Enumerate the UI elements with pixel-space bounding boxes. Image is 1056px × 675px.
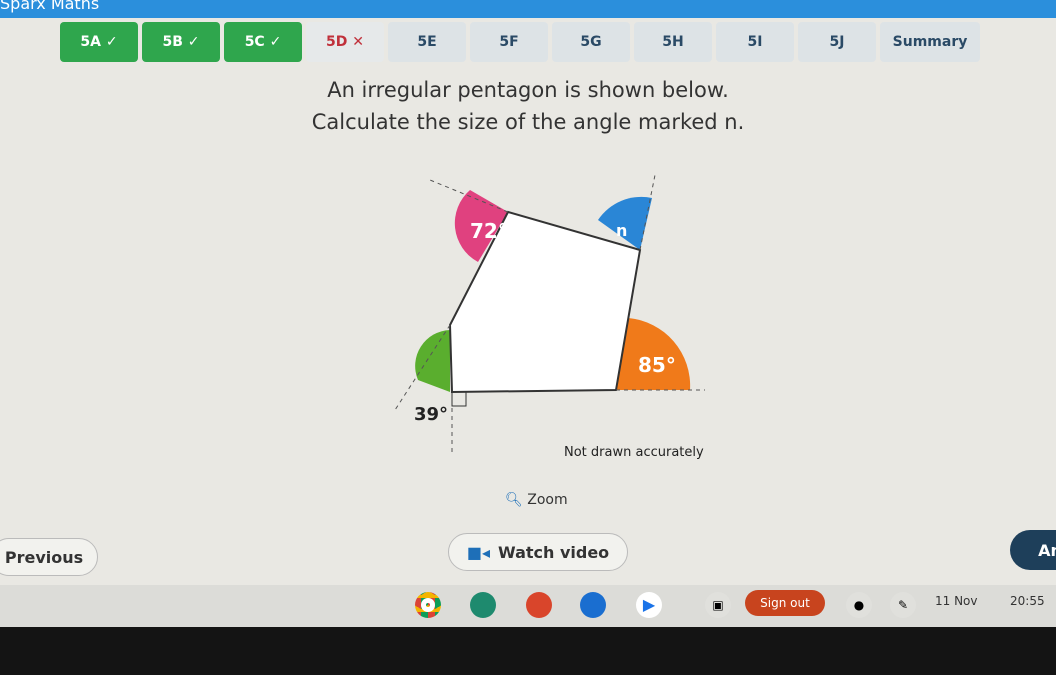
screen-capture-icon[interactable]: ▣ — [705, 592, 731, 618]
tab-5d[interactable]: 5D ✕ — [306, 22, 384, 62]
magnifier-icon: 🔍︎ — [505, 492, 523, 508]
task-tabs: 5A ✓ 5B ✓ 5C ✓ 5D ✕ 5E 5F 5G 5H 5I 5J Su… — [60, 22, 980, 62]
tab-5j[interactable]: 5J — [798, 22, 876, 62]
not-drawn-note: Not drawn accurately — [564, 445, 704, 460]
previous-button[interactable]: Previous — [0, 538, 98, 576]
tab-5g[interactable]: 5G — [552, 22, 630, 62]
tab-5i[interactable]: 5I — [716, 22, 794, 62]
header-bar: Sparx Maths — [0, 0, 1056, 18]
files-icon[interactable] — [580, 592, 606, 618]
paint-icon[interactable] — [526, 592, 552, 618]
classroom-icon[interactable] — [470, 592, 496, 618]
video-icon: ■◂ — [466, 542, 490, 562]
tab-5e[interactable]: 5E — [388, 22, 466, 62]
pentagon-diagram: 72° n 85° 39° Not drawn accurately — [394, 174, 705, 460]
tab-5b[interactable]: 5B ✓ — [142, 22, 220, 62]
pen-icon[interactable]: ✎ — [890, 592, 916, 618]
zoom-label: Zoom — [527, 492, 568, 508]
question-line-2: Calculate the size of the angle marked n… — [311, 110, 745, 134]
label-72: 72° — [470, 219, 508, 243]
question-line-1: An irregular pentagon is shown below. — [327, 78, 729, 102]
right-angle-marker — [451, 391, 467, 407]
label-n: n — [616, 221, 627, 240]
sign-out-button[interactable]: Sign out — [745, 590, 825, 616]
chrome-icon[interactable] — [415, 592, 441, 618]
tab-5a[interactable]: 5A ✓ — [60, 22, 138, 62]
zoom-button[interactable]: 🔍︎ Zoom — [505, 492, 568, 508]
brand-logo: Sparx Maths — [0, 0, 100, 13]
tab-5f[interactable]: 5F — [470, 22, 548, 62]
watch-video-label: Watch video — [497, 542, 610, 562]
label-39: 39° — [414, 404, 448, 425]
label-85: 85° — [638, 353, 676, 377]
tab-5h[interactable]: 5H — [634, 22, 712, 62]
watch-video-button[interactable]: ■◂ Watch video — [448, 533, 628, 571]
answer-button[interactable]: An — [1010, 530, 1056, 570]
tab-summary[interactable]: Summary — [880, 22, 980, 62]
screen-bezel — [0, 627, 1056, 675]
date-label[interactable]: 11 Nov — [935, 594, 978, 608]
time-label[interactable]: 20:55 — [1010, 594, 1045, 608]
assistant-icon[interactable]: ● — [846, 592, 872, 618]
tab-5c[interactable]: 5C ✓ — [224, 22, 302, 62]
play-store-icon[interactable]: ▶ — [636, 592, 662, 618]
angle-39-sector — [415, 330, 450, 392]
